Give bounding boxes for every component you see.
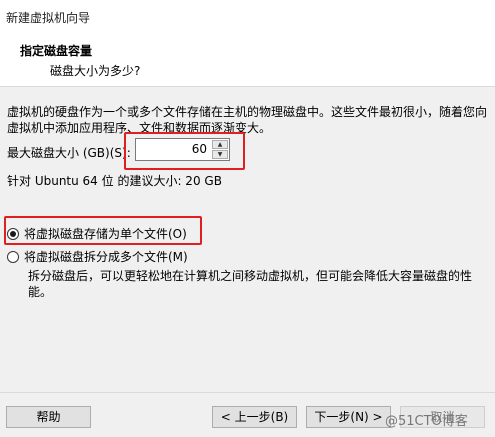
disk-description: 虚拟机的硬盘作为一个或多个文件存储在主机的物理磁盘中。这些文件最初很小，随着您向… <box>7 105 488 135</box>
window-title: 新建虚拟机向导 <box>6 11 91 25</box>
help-button[interactable]: 帮助 <box>6 406 91 428</box>
recommended-size-text: 针对 Ubuntu 64 位 的建议大小: 20 GB <box>7 174 222 188</box>
back-button[interactable]: < 上一步(B) <box>212 406 297 428</box>
wizard-header: 指定磁盘容量 磁盘大小为多少? <box>0 30 495 87</box>
watermark: @51CTO博客 <box>385 414 468 429</box>
title-bar: 新建虚拟机向导 <box>0 0 495 30</box>
next-button[interactable]: 下一步(N) > <box>306 406 391 428</box>
header-title: 指定磁盘容量 <box>20 44 93 58</box>
highlight-box-size <box>124 132 245 170</box>
header-subtitle: 磁盘大小为多少? <box>50 64 141 78</box>
radio-multiple-files[interactable]: 将虚拟磁盘拆分成多个文件(M) <box>7 248 188 265</box>
split-disk-hint: 拆分磁盘后，可以更轻松地在计算机之间移动虚拟机，但可能会降低大容量磁盘的性能。 <box>28 269 473 299</box>
footer-divider <box>0 392 495 393</box>
radio-unselected-icon[interactable] <box>7 250 19 263</box>
radio-multiple-files-label: 将虚拟磁盘拆分成多个文件(M) <box>24 250 188 264</box>
disk-size-label: 最大磁盘大小 (GB)(S): <box>7 146 131 160</box>
highlight-box-single <box>4 216 202 245</box>
